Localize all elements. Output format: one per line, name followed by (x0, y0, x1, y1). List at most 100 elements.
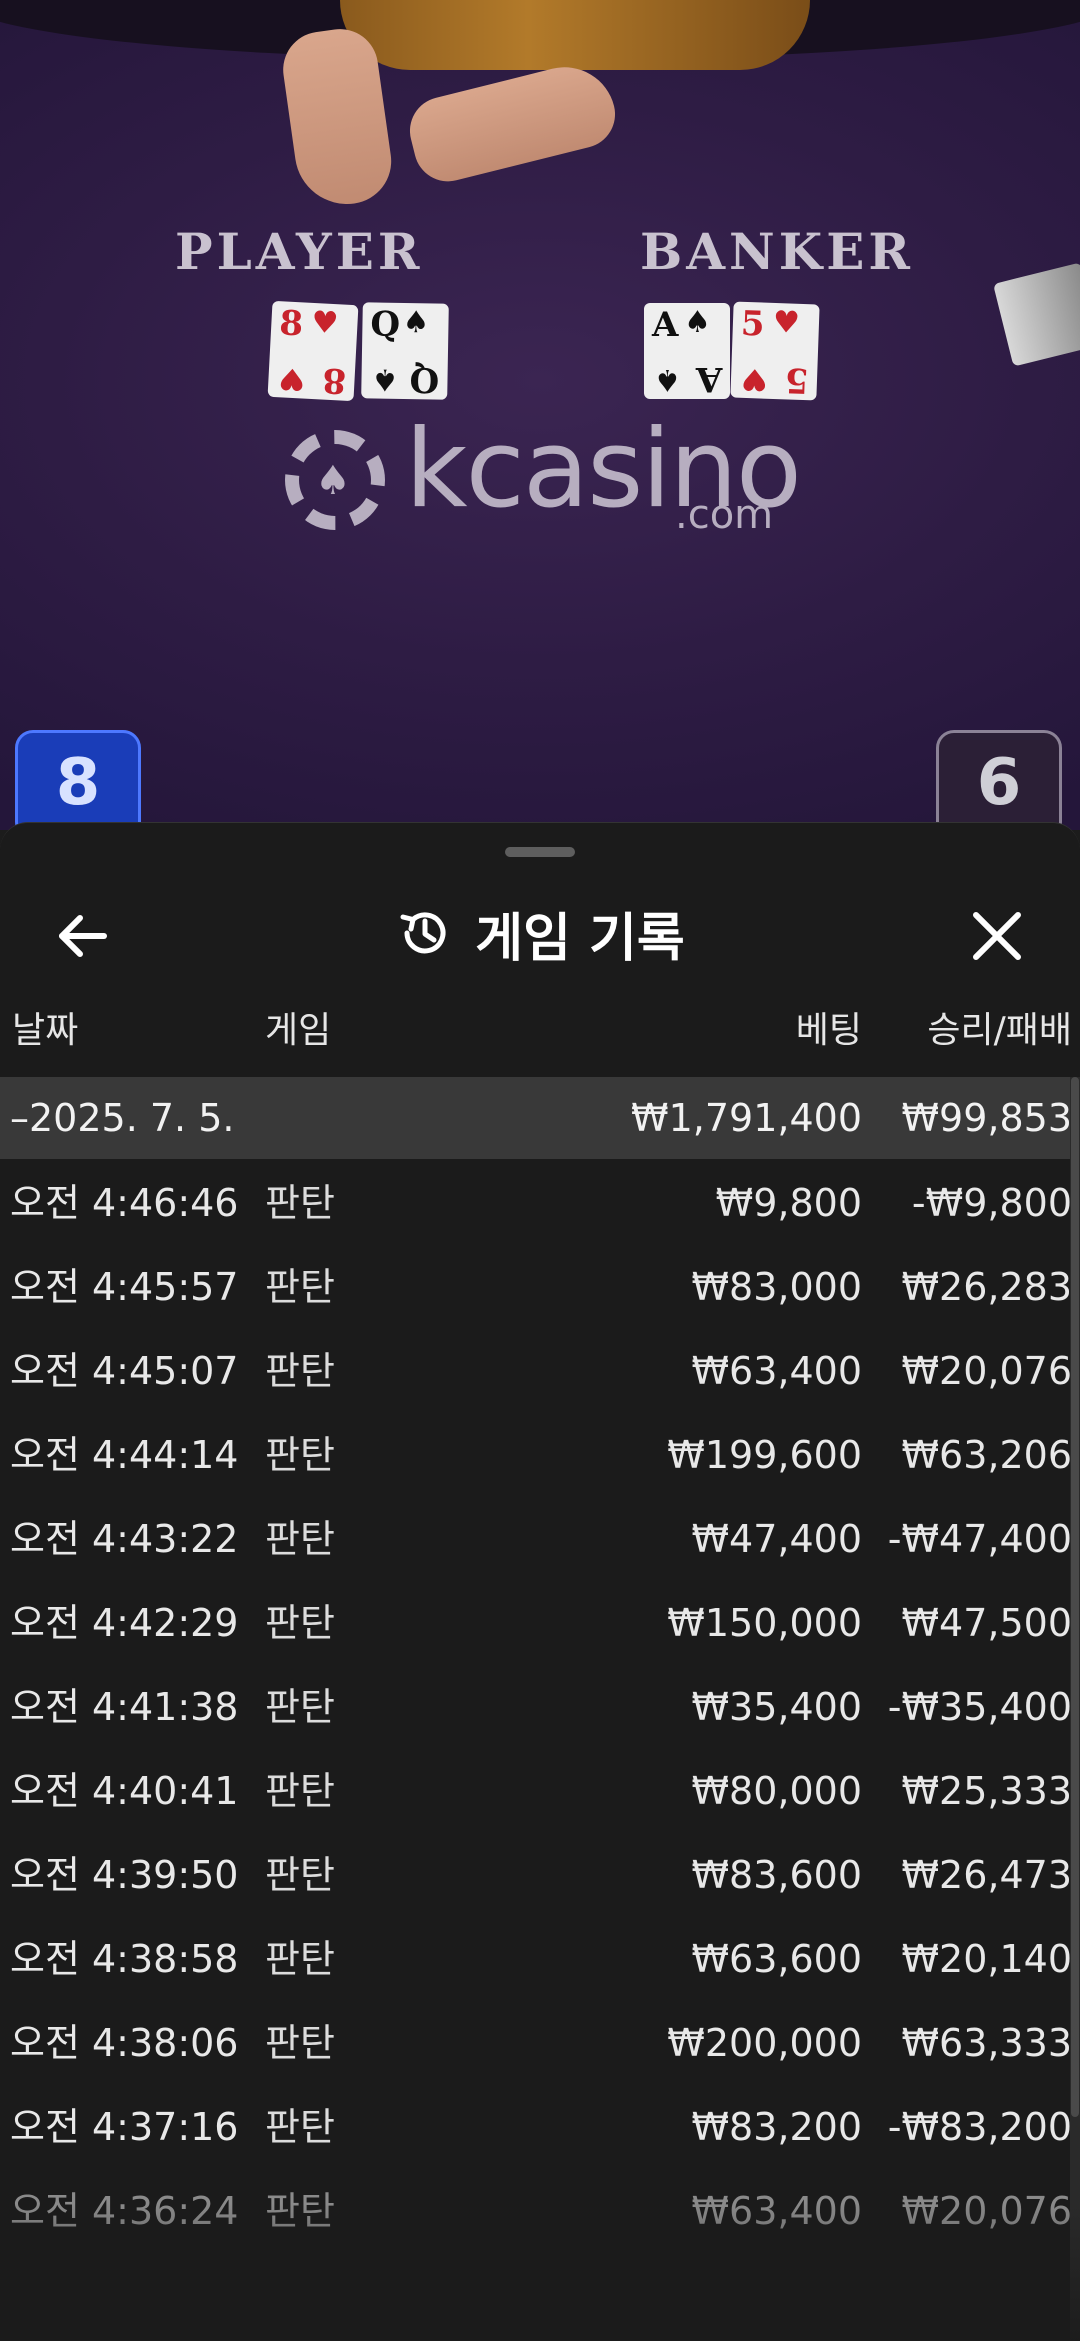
row-time: 오전 4:44:14 (10, 1433, 239, 1477)
row-win-loss: -₩47,400 (887, 1517, 1072, 1561)
row-bet: ₩83,200 (691, 2105, 862, 2149)
dealer-right-hand (402, 56, 623, 189)
column-header-win-loss[interactable]: 승리/패배 (927, 1001, 1072, 1061)
row-time: 오전 4:42:29 (10, 1601, 239, 1645)
row-game: 판탄 (265, 1349, 335, 1393)
card-suit: ♥ (740, 360, 769, 397)
row-win-loss: ₩20,140 (901, 1937, 1072, 1981)
row-time: 오전 4:38:06 (10, 2021, 239, 2065)
sheet-title-group: 게임 기록 (0, 883, 1080, 983)
card-rank: A (695, 359, 722, 399)
history-row[interactable]: 오전 4:43:22 판탄 ₩47,400 -₩47,400 (0, 1497, 1072, 1581)
row-win-loss: ₩20,076 (901, 1349, 1072, 1393)
row-win-loss: ₩25,333 (901, 1769, 1072, 1813)
history-row[interactable]: 오전 4:44:14 판탄 ₩199,600 ₩63,206 (0, 1413, 1072, 1497)
row-win-loss: ₩63,206 (901, 1433, 1072, 1477)
group-win-loss-total: ₩99,853 (901, 1096, 1072, 1140)
row-time: 오전 4:40:41 (10, 1769, 239, 1813)
column-header-game[interactable]: 게임 (265, 1001, 331, 1061)
card-rank: A (652, 305, 679, 345)
row-bet: ₩83,000 (691, 1265, 862, 1309)
card-rank: 5 (784, 359, 810, 401)
row-bet: ₩47,400 (691, 1517, 862, 1561)
row-game: 판탄 (265, 1685, 335, 1729)
live-video-feed: PLAYER BANKER 8 ♥ ♥ 8 Q ♠ ♠ Q A ♠ ♠ A 5 … (0, 0, 1080, 830)
row-game: 판탄 (265, 2021, 335, 2065)
row-bet: ₩199,600 (667, 1433, 862, 1477)
spade-icon: ♠ (315, 458, 351, 504)
card-rank: 8 (278, 303, 305, 345)
row-bet: ₩63,400 (691, 2189, 862, 2233)
row-win-loss: -₩83,200 (887, 2105, 1072, 2149)
history-row[interactable]: 오전 4:38:06 판탄 ₩200,000 ₩63,333 (0, 2001, 1072, 2085)
row-win-loss: ₩26,283 (901, 1265, 1072, 1309)
row-time: 오전 4:37:16 (10, 2105, 239, 2149)
row-time: 오전 4:45:07 (10, 1349, 239, 1393)
row-bet: ₩83,600 (691, 1853, 862, 1897)
row-game: 판탄 (265, 1853, 335, 1897)
dealer-torso (340, 0, 810, 70)
player-table-label: PLAYER (175, 222, 424, 281)
row-game: 판탄 (265, 1517, 335, 1561)
card-rank: Q (409, 359, 440, 400)
row-win-loss: ₩26,473 (901, 1853, 1072, 1897)
sheet-drag-handle[interactable] (505, 847, 575, 857)
card-suit: ♥ (772, 304, 801, 341)
row-game: 판탄 (265, 2189, 335, 2233)
card-suit: ♥ (310, 304, 340, 342)
history-row[interactable]: 오전 4:36:24 판탄 ₩63,400 ₩20,076 (0, 2169, 1072, 2253)
history-icon (400, 912, 446, 954)
row-win-loss: -₩35,400 (887, 1685, 1072, 1729)
banker-table-label: BANKER (640, 222, 914, 281)
banker-card-2: 5 ♥ ♥ 5 (730, 301, 820, 401)
banker-card-1: A ♠ ♠ A (644, 303, 730, 399)
row-win-loss: ₩20,076 (901, 2189, 1072, 2233)
page-title: 게임 기록 (475, 908, 685, 969)
history-row[interactable]: 오전 4:38:58 판탄 ₩63,600 ₩20,140 (0, 1917, 1072, 2001)
history-row[interactable]: 오전 4:40:41 판탄 ₩80,000 ₩25,333 (0, 1749, 1072, 1833)
card-rank: 5 (740, 303, 766, 345)
row-game: 판탄 (265, 2105, 335, 2149)
row-bet: ₩200,000 (667, 2021, 862, 2065)
list-scrollbar-thumb[interactable] (1071, 1077, 1079, 2117)
close-button[interactable] (962, 901, 1032, 971)
date-group-row[interactable]: –2025. 7. 5. ₩1,791,400 ₩99,853 (0, 1077, 1072, 1159)
card-suit: ♠ (402, 304, 430, 341)
row-game: 판탄 (265, 1769, 335, 1813)
player-card-2: Q ♠ ♠ Q (361, 302, 449, 400)
history-row[interactable]: 오전 4:46:46 판탄 ₩9,800 -₩9,800 (0, 1161, 1072, 1245)
row-game: 판탄 (265, 1601, 335, 1645)
sheet-header: 게임 기록 (0, 883, 1080, 983)
history-row[interactable]: 오전 4:41:38 판탄 ₩35,400 -₩35,400 (0, 1665, 1072, 1749)
column-header-date[interactable]: 날짜 (12, 1001, 78, 1061)
row-win-loss: ₩63,333 (901, 2021, 1072, 2065)
card-rank: 8 (321, 359, 348, 401)
row-game: 판탄 (265, 1265, 335, 1309)
row-time: 오전 4:45:57 (10, 1265, 239, 1309)
game-history-sheet: 게임 기록 날짜 게임 베팅 승리/패배 –2025. 7. 5. ₩1,791… (0, 822, 1080, 2341)
row-bet: ₩35,400 (691, 1685, 862, 1729)
row-game: 판탄 (265, 1937, 335, 1981)
close-icon (973, 912, 1021, 960)
column-header-bet[interactable]: 베팅 (796, 1001, 862, 1061)
group-date: –2025. 7. 5. (10, 1096, 235, 1140)
group-bet-total: ₩1,791,400 (631, 1096, 862, 1140)
card-suit: ♠ (684, 305, 711, 340)
history-row[interactable]: 오전 4:37:16 판탄 ₩83,200 -₩83,200 (0, 2085, 1072, 2169)
card-rank: Q (370, 304, 401, 345)
row-win-loss: ₩47,500 (901, 1601, 1072, 1645)
history-row[interactable]: 오전 4:45:07 판탄 ₩63,400 ₩20,076 (0, 1329, 1072, 1413)
history-row[interactable]: 오전 4:39:50 판탄 ₩83,600 ₩26,473 (0, 1833, 1072, 1917)
history-row[interactable]: 오전 4:42:29 판탄 ₩150,000 ₩47,500 (0, 1581, 1072, 1665)
row-time: 오전 4:39:50 (10, 1853, 239, 1897)
row-bet: ₩9,800 (715, 1181, 862, 1225)
row-game: 판탄 (265, 1181, 335, 1225)
logo-suffix: .com (675, 492, 774, 538)
history-list: –2025. 7. 5. ₩1,791,400 ₩99,853 오전 4:46:… (0, 1077, 1072, 2253)
row-time: 오전 4:43:22 (10, 1517, 239, 1561)
card-suit: ♥ (277, 360, 307, 397)
player-card-1: 8 ♥ ♥ 8 (267, 300, 359, 402)
history-row[interactable]: 오전 4:45:57 판탄 ₩83,000 ₩26,283 (0, 1245, 1072, 1329)
kcasino-logo: ♠ kcasino .com (285, 410, 805, 540)
row-bet: ₩80,000 (691, 1769, 862, 1813)
